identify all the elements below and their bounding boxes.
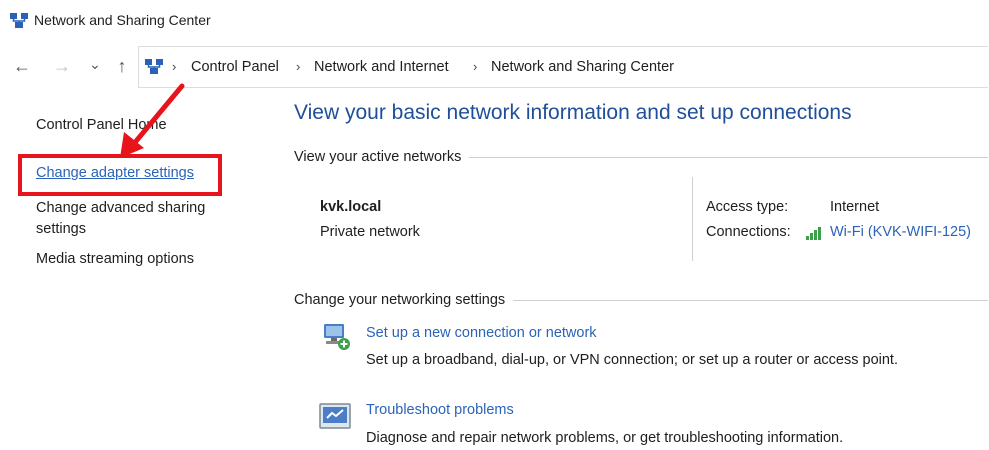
access-type-value: Internet (830, 199, 880, 215)
setup-connection-description: Set up a broadband, dial-up, or VPN conn… (366, 352, 898, 368)
network-type: Private network (320, 224, 420, 240)
breadcrumb-separator: › (172, 59, 177, 74)
troubleshoot-description: Diagnose and repair network problems, or… (366, 430, 844, 446)
breadcrumb-network-and-internet[interactable]: Network and Internet (314, 59, 449, 75)
access-type-label: Access type: (706, 199, 789, 215)
vertical-divider (692, 177, 693, 261)
connections-label: Connections: (706, 224, 791, 240)
troubleshoot-link[interactable]: Troubleshoot problems (366, 402, 514, 418)
wifi-connection-link[interactable]: Wi-Fi (KVK-WIFI-125) (830, 224, 971, 240)
active-networks-title: View your active networks (294, 149, 470, 165)
sidebar-item-media-streaming[interactable]: Media streaming options (36, 251, 194, 267)
wifi-signal-icon (806, 227, 821, 240)
forward-arrow-icon: → (53, 56, 71, 76)
page-title: View your basic network information and … (294, 101, 852, 124)
back-button[interactable]: ← (12, 57, 32, 75)
recent-locations-button[interactable]: ⌄ (88, 55, 102, 73)
up-button[interactable]: ↑ (112, 57, 132, 75)
up-arrow-icon: ↑ (117, 56, 127, 76)
breadcrumb-separator: › (296, 59, 301, 74)
forward-button[interactable]: → (52, 57, 72, 75)
setup-connection-link[interactable]: Set up a new connection or network (366, 325, 597, 341)
new-connection-icon (324, 324, 350, 350)
network-name: kvk.local (320, 199, 382, 215)
breadcrumb-control-panel[interactable]: Control Panel (191, 59, 279, 75)
troubleshoot-icon (319, 403, 351, 429)
network-icon (10, 13, 28, 28)
networking-settings-title: Change your networking settings (294, 292, 514, 308)
sidebar-item-change-advanced-sharing[interactable]: Change advanced sharing settings (36, 198, 205, 240)
breadcrumb-network-and-sharing-center[interactable]: Network and Sharing Center (491, 59, 674, 75)
sidebar-item-change-adapter-settings[interactable]: Change adapter settings (36, 165, 194, 181)
window-title: Network and Sharing Center (34, 12, 211, 28)
annotation-arrow-icon (120, 83, 185, 158)
back-arrow-icon: ← (13, 56, 31, 76)
network-icon (145, 59, 163, 74)
breadcrumb-separator: › (473, 59, 478, 74)
chevron-down-icon: ⌄ (89, 56, 101, 72)
